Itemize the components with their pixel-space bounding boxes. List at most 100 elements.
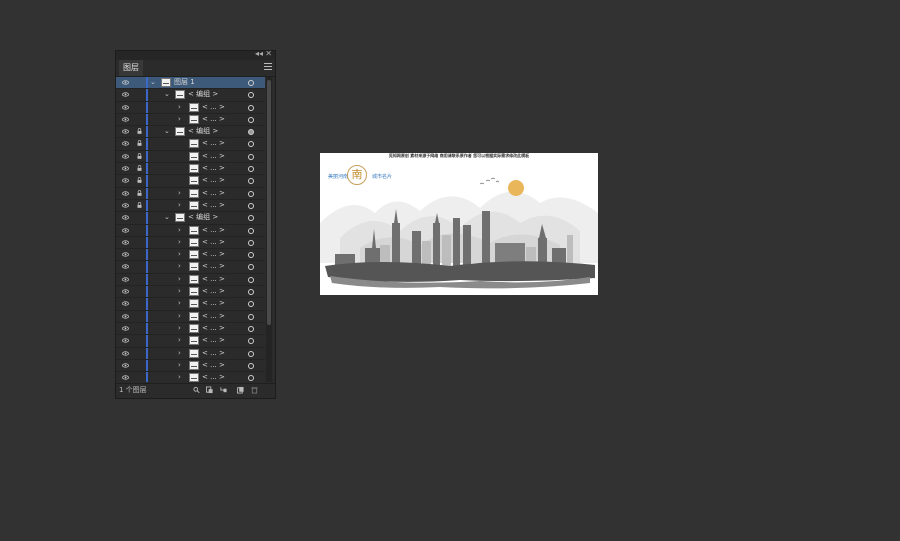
chevron-right-icon[interactable]: › xyxy=(178,323,181,334)
layer-row[interactable]: › < ... > xyxy=(116,335,265,348)
layer-row[interactable]: < ... > xyxy=(116,150,265,164)
lock-icon[interactable] xyxy=(137,189,142,196)
visibility-eye-icon[interactable] xyxy=(122,363,129,368)
layer-row[interactable]: › < ... > xyxy=(116,310,265,323)
layer-name[interactable]: < 编组 > xyxy=(188,89,218,100)
layer-name[interactable]: < ... > xyxy=(202,348,225,359)
target-circle-icon[interactable] xyxy=(248,129,254,136)
lock-toggle[interactable] xyxy=(137,116,142,122)
target-circle-icon[interactable] xyxy=(248,178,254,185)
target-circle-icon[interactable] xyxy=(248,227,254,234)
target-circle-icon[interactable] xyxy=(248,350,254,357)
layer-name[interactable]: < ... > xyxy=(202,360,225,371)
layer-row[interactable]: < ... > xyxy=(116,138,265,151)
visibility-eye-icon[interactable] xyxy=(122,375,129,380)
layer-row[interactable]: › < ... > xyxy=(116,236,265,250)
layer-row[interactable]: › < ... > xyxy=(116,286,265,299)
collapse-panel-icon[interactable]: ◂◂ xyxy=(255,49,263,58)
layer-name[interactable]: < ... > xyxy=(202,163,225,174)
layer-row[interactable]: › < ... > xyxy=(116,199,265,213)
layer-name[interactable]: < ... > xyxy=(202,372,225,382)
layer-row[interactable]: ⌄ < 编组 > xyxy=(116,212,265,225)
target-circle-icon[interactable] xyxy=(248,104,254,111)
chevron-down-icon[interactable]: ⌄ xyxy=(164,212,170,223)
target-circle-icon[interactable] xyxy=(248,264,254,271)
layer-row[interactable]: › < ... > xyxy=(116,113,265,127)
panel-menu-icon[interactable] xyxy=(264,63,272,71)
lock-toggle[interactable] xyxy=(137,263,142,269)
lock-toggle[interactable] xyxy=(137,91,142,97)
layer-name[interactable]: < ... > xyxy=(202,151,225,162)
lock-toggle[interactable] xyxy=(137,227,142,233)
chevron-right-icon[interactable]: › xyxy=(178,286,181,297)
target-circle-icon[interactable] xyxy=(248,166,254,173)
visibility-eye-icon[interactable] xyxy=(122,301,129,306)
target-circle-icon[interactable] xyxy=(248,252,254,259)
layer-name[interactable]: < ... > xyxy=(202,102,225,113)
visibility-eye-icon[interactable] xyxy=(122,166,129,171)
layer-row[interactable]: › < ... > xyxy=(116,322,265,336)
lock-toggle[interactable] xyxy=(137,239,142,245)
chevron-down-icon[interactable]: ⌄ xyxy=(164,126,170,137)
layer-name[interactable]: < 编组 > xyxy=(188,126,218,137)
chevron-right-icon[interactable]: › xyxy=(178,249,181,260)
target-circle-icon[interactable] xyxy=(248,215,254,222)
layer-list-scrollbar[interactable] xyxy=(266,77,272,382)
layer-name[interactable]: < ... > xyxy=(202,114,225,125)
lock-toggle[interactable] xyxy=(137,337,142,343)
artboard[interactable]: 觅知网原创 素材来源于网络 商用请联系原作者 您可以根据实际需求修改此模板 美丽… xyxy=(320,153,598,295)
lock-icon[interactable] xyxy=(137,128,142,134)
lock-toggle[interactable] xyxy=(137,251,142,257)
target-circle-icon[interactable] xyxy=(248,92,254,99)
create-new-layer-icon[interactable] xyxy=(237,386,244,394)
lock-icon[interactable] xyxy=(137,152,142,159)
layer-row[interactable]: › < ... > xyxy=(116,101,265,114)
layer-name[interactable]: 图层 1 xyxy=(174,77,195,88)
chevron-right-icon[interactable]: › xyxy=(178,200,181,211)
lock-toggle[interactable] xyxy=(137,362,142,368)
chevron-right-icon[interactable]: › xyxy=(178,188,181,199)
search-layer-icon[interactable] xyxy=(193,386,200,394)
lock-toggle[interactable] xyxy=(137,313,142,319)
visibility-eye-icon[interactable] xyxy=(122,141,129,147)
target-circle-icon[interactable] xyxy=(248,276,254,283)
layer-row[interactable]: › < ... > xyxy=(116,347,265,360)
chevron-right-icon[interactable]: › xyxy=(178,237,181,248)
visibility-eye-icon[interactable] xyxy=(122,240,129,245)
visibility-eye-icon[interactable] xyxy=(122,178,129,183)
create-sublayer-icon[interactable] xyxy=(220,386,227,394)
layer-name[interactable]: < ... > xyxy=(202,261,225,272)
layer-row[interactable]: › < ... > xyxy=(116,224,265,237)
layer-name[interactable]: < ... > xyxy=(202,249,225,260)
target-circle-icon[interactable] xyxy=(248,338,254,345)
layer-row[interactable]: < ... > xyxy=(116,163,265,176)
scrollbar-thumb[interactable] xyxy=(267,80,271,325)
target-circle-icon[interactable] xyxy=(248,141,254,148)
target-circle-icon[interactable] xyxy=(248,153,254,160)
target-circle-icon[interactable] xyxy=(248,116,254,123)
target-circle-icon[interactable] xyxy=(248,301,254,308)
chevron-right-icon[interactable]: › xyxy=(178,298,181,309)
panel-title-strip[interactable]: ◂◂ ✕ xyxy=(116,49,275,60)
chevron-right-icon[interactable]: › xyxy=(178,225,181,236)
layer-row[interactable]: › < ... > xyxy=(116,298,265,311)
layer-row[interactable]: › < ... > xyxy=(116,187,265,200)
visibility-eye-icon[interactable] xyxy=(122,215,129,220)
lock-icon[interactable] xyxy=(137,140,142,147)
target-circle-icon[interactable] xyxy=(248,325,254,332)
chevron-right-icon[interactable]: › xyxy=(178,311,181,322)
visibility-eye-icon[interactable] xyxy=(122,129,129,134)
layer-name[interactable]: < ... > xyxy=(202,335,225,346)
layer-row[interactable]: › < ... > xyxy=(116,261,265,274)
layer-name[interactable]: < ... > xyxy=(202,225,225,236)
make-clipping-mask-icon[interactable] xyxy=(206,386,213,394)
delete-icon[interactable] xyxy=(251,386,258,394)
layer-name[interactable]: < ... > xyxy=(202,175,225,186)
close-panel-icon[interactable]: ✕ xyxy=(265,49,272,58)
lock-toggle[interactable] xyxy=(137,325,142,331)
visibility-eye-icon[interactable] xyxy=(122,203,129,208)
target-circle-icon[interactable] xyxy=(248,239,254,246)
visibility-eye-icon[interactable] xyxy=(122,289,129,294)
visibility-eye-icon[interactable] xyxy=(122,314,129,319)
layer-row[interactable]: › < ... > xyxy=(116,249,265,262)
